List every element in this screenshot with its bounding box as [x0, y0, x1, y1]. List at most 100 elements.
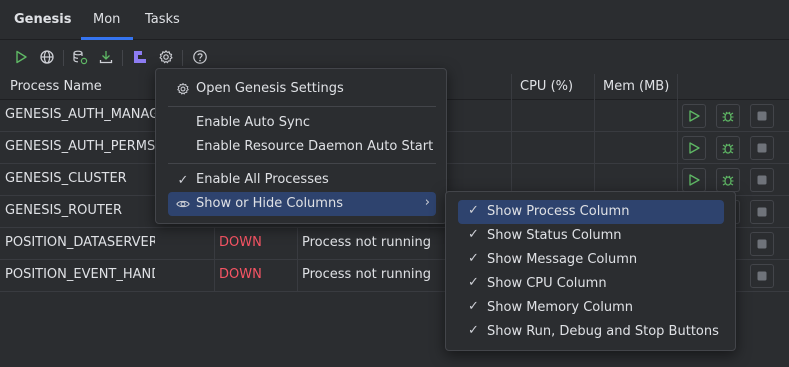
menu-item-daemon-auto-start[interactable]: Enable Resource Daemon Auto Start [168, 135, 436, 159]
debug-process-button[interactable] [716, 168, 740, 192]
run-process-button[interactable] [682, 168, 706, 192]
stop-process-button[interactable] [750, 104, 774, 128]
stop-process-button[interactable] [750, 264, 774, 288]
column-divider [214, 228, 215, 260]
active-tab-indicator [81, 37, 133, 40]
run-icon [689, 110, 700, 122]
submenu-item-show-action-buttons[interactable]: ✓ Show Run, Debug and Stop Buttons [458, 320, 724, 344]
submenu-item-show-status-column[interactable]: ✓ Show Status Column [458, 224, 724, 248]
bug-icon [722, 111, 734, 122]
submenu-item-show-process-column[interactable]: ✓ Show Process Column [458, 200, 724, 224]
database-sync-icon [73, 50, 88, 65]
menu-item-enable-all-processes[interactable]: ✓ Enable All Processes [168, 168, 436, 192]
help-button[interactable] [190, 47, 210, 67]
sync-db-button[interactable] [70, 47, 90, 67]
stop-icon [757, 143, 767, 153]
stop-icon [757, 111, 767, 121]
status-cell: DOWN [219, 267, 262, 282]
tab-tasks[interactable]: Tasks [145, 12, 180, 27]
message-cell: Process not running [302, 267, 432, 282]
process-name-cell: GENESIS_CLUSTER [5, 171, 127, 186]
column-header-mem[interactable]: Mem (MB) [603, 79, 669, 94]
menu-item-label: Enable Auto Sync [196, 115, 311, 130]
checkmark-icon: ✓ [468, 203, 479, 218]
column-divider [511, 132, 512, 164]
debug-process-button[interactable] [716, 104, 740, 128]
column-divider [594, 132, 595, 164]
submenu-item-show-cpu-column[interactable]: ✓ Show CPU Column [458, 272, 724, 296]
genesis-button[interactable] [130, 47, 150, 67]
column-divider [297, 228, 298, 260]
message-cell: Process not running [302, 235, 432, 250]
column-divider [297, 260, 298, 292]
gear-icon [176, 82, 190, 96]
submenu-item-label: Show Memory Column [487, 300, 633, 315]
process-name-cell: POSITION_EVENT_HANDLER [5, 267, 155, 282]
submenu-item-label: Show Process Column [487, 204, 630, 219]
checkmark-icon: ✓ [468, 323, 479, 338]
chevron-right-icon: › [424, 195, 430, 210]
debug-process-button[interactable] [716, 136, 740, 160]
checkmark-icon: ✓ [468, 275, 479, 290]
column-divider [214, 260, 215, 292]
process-name-cell: GENESIS_AUTH_PERMS [5, 139, 155, 154]
run-process-button[interactable] [682, 104, 706, 128]
status-cell: DOWN [219, 235, 262, 250]
menu-item-label: Enable Resource Daemon Auto Start [196, 139, 434, 154]
process-name-cell: GENESIS_AUTH_MANAGER [5, 107, 155, 122]
stop-icon [757, 239, 767, 249]
submenu-item-label: Show CPU Column [487, 276, 607, 291]
toolbar-separator [182, 50, 183, 66]
toolbar-separator [122, 50, 123, 66]
eye-icon [176, 197, 190, 211]
run-icon [689, 142, 700, 154]
stop-process-button[interactable] [750, 168, 774, 192]
column-divider [594, 100, 595, 132]
menu-item-show-hide-columns[interactable]: Show or Hide Columns › [168, 192, 436, 216]
settings-popup-menu: Open Genesis Settings Enable Auto Sync E… [155, 68, 447, 224]
column-divider [677, 74, 678, 100]
tool-window-header: Genesis Mon Tasks [0, 0, 789, 40]
run-all-icon [16, 50, 27, 64]
menu-separator [168, 163, 436, 164]
download-button[interactable] [96, 47, 116, 67]
run-all-button[interactable] [11, 47, 31, 67]
stop-process-button[interactable] [750, 232, 774, 256]
column-divider [594, 74, 595, 100]
column-divider [511, 74, 512, 100]
column-header-process-name[interactable]: Process Name [10, 79, 102, 94]
run-process-button[interactable] [682, 136, 706, 160]
column-divider [677, 100, 678, 132]
checkmark-icon: ✓ [468, 227, 479, 242]
stop-process-button[interactable] [750, 136, 774, 160]
submenu-item-show-memory-column[interactable]: ✓ Show Memory Column [458, 296, 724, 320]
toolbar-separator [63, 50, 64, 66]
menu-item-label: Open Genesis Settings [196, 81, 344, 96]
column-divider [677, 132, 678, 164]
help-icon [193, 50, 207, 64]
columns-submenu: ✓ Show Process Column ✓ Show Status Colu… [445, 191, 736, 351]
web-button[interactable] [37, 47, 57, 67]
submenu-item-show-message-column[interactable]: ✓ Show Message Column [458, 248, 724, 272]
column-divider [511, 100, 512, 132]
menu-item-open-settings[interactable]: Open Genesis Settings [168, 77, 436, 101]
gear-icon [159, 50, 173, 64]
globe-icon [40, 50, 54, 64]
menu-separator [168, 106, 436, 107]
stop-icon [757, 175, 767, 185]
bug-icon [722, 175, 734, 186]
download-icon [99, 51, 113, 64]
process-name-cell: POSITION_DATASERVER [5, 235, 155, 250]
menu-item-auto-sync[interactable]: Enable Auto Sync [168, 111, 436, 135]
checkmark-icon: ✓ [177, 172, 189, 188]
genesis-logo-icon [134, 51, 146, 63]
submenu-item-label: Show Run, Debug and Stop Buttons [487, 324, 719, 339]
run-icon [689, 174, 700, 186]
tab-mon[interactable]: Mon [93, 12, 120, 27]
settings-menu-button[interactable] [156, 47, 176, 67]
column-header-cpu[interactable]: CPU (%) [520, 79, 573, 94]
stop-icon [757, 271, 767, 281]
submenu-item-label: Show Message Column [487, 252, 638, 267]
tool-window-title: Genesis [14, 12, 72, 27]
stop-process-button[interactable] [750, 200, 774, 224]
